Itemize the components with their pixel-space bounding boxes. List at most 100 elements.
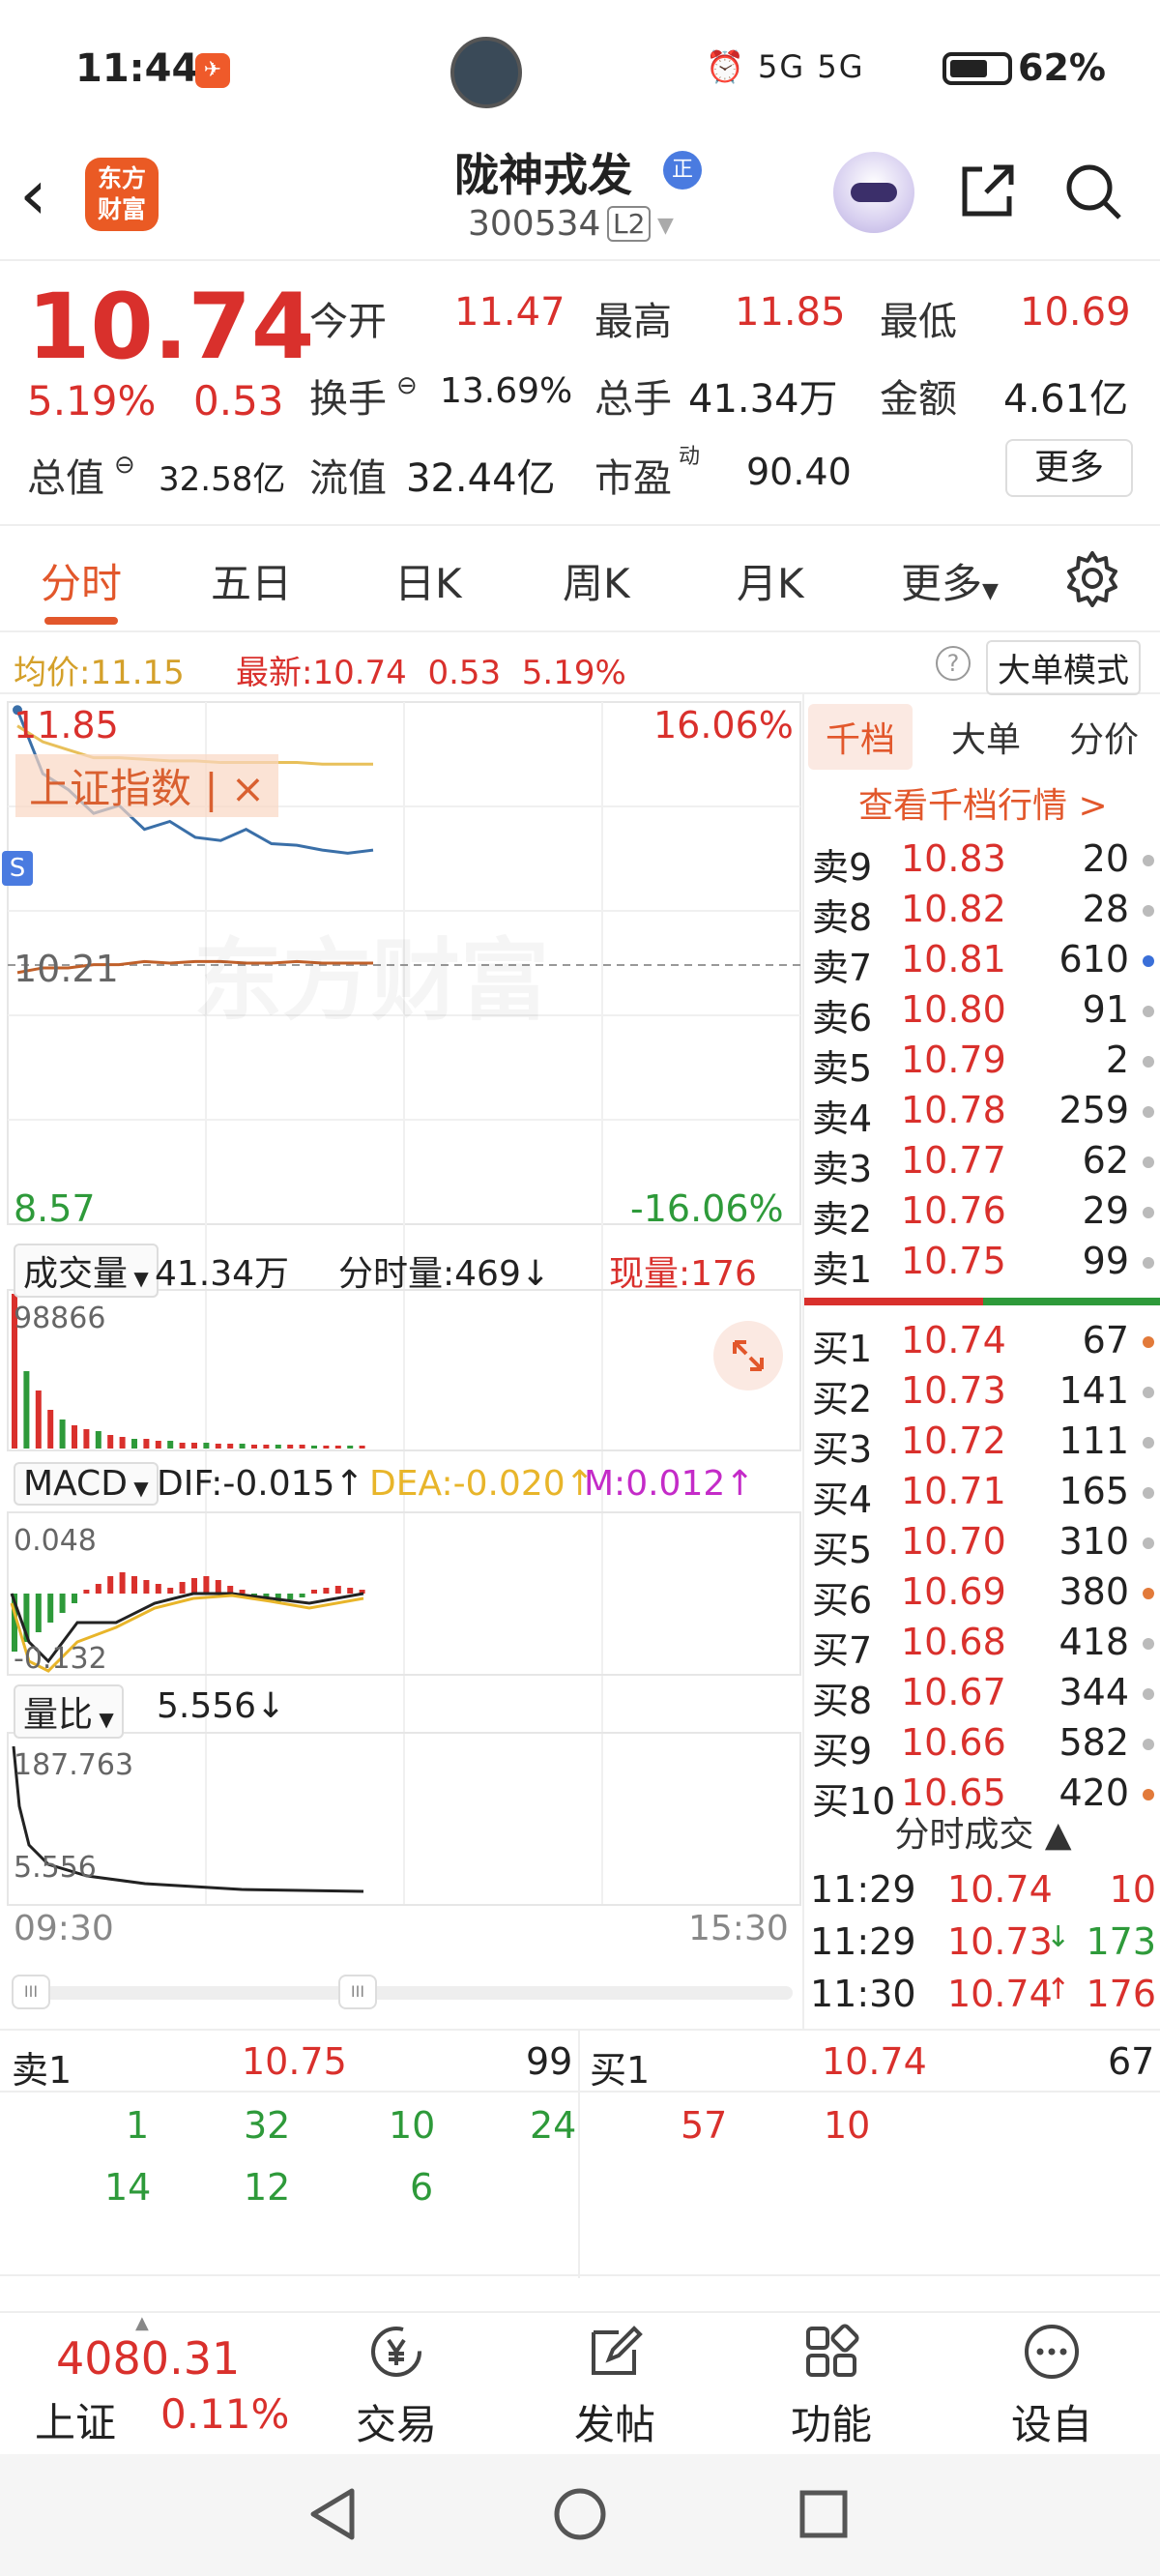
bid-volume: 141	[1058, 1369, 1129, 1412]
bid-row[interactable]: 买7 10.68 418	[804, 1621, 1160, 1672]
tab-price-distribution[interactable]: 分价	[1052, 704, 1156, 770]
chevron-down-icon[interactable]: ▼	[657, 214, 674, 238]
slider-handle-right[interactable]: III	[338, 1975, 377, 2009]
bid-row[interactable]: 买8 10.67 344	[804, 1671, 1160, 1722]
more-button[interactable]: 更多	[1005, 439, 1133, 497]
tab-daily-k[interactable]: 日K	[394, 551, 462, 610]
info-circle-icon[interactable]: ⊖	[114, 451, 135, 480]
help-icon[interactable]: ?	[936, 646, 971, 681]
slider-handle-left[interactable]: III	[12, 1975, 50, 2009]
book-divider	[804, 1298, 1160, 1305]
gear-icon[interactable]	[1063, 549, 1121, 607]
volume-bar	[263, 1445, 270, 1449]
bid-row[interactable]: 买6 10.69 380	[804, 1570, 1160, 1622]
bid-row[interactable]: 买4 10.71 165	[804, 1470, 1160, 1521]
bid-row[interactable]: 买2 10.73 141	[804, 1369, 1160, 1420]
ask-price: 10.80	[901, 988, 1006, 1031]
ask-row[interactable]: 卖2 10.76 29	[804, 1189, 1160, 1241]
volume-bar	[119, 1437, 126, 1449]
volume-bar	[215, 1444, 221, 1449]
macd-selector[interactable]: MACD ▼	[14, 1462, 159, 1506]
functions-button[interactable]: 功能	[773, 2321, 889, 2451]
bid-marker-dot	[1143, 1688, 1154, 1700]
bid-row[interactable]: 买1 10.74 67	[804, 1319, 1160, 1370]
index-name[interactable]: 上证	[35, 2390, 116, 2449]
ask-marker-dot	[1143, 1056, 1154, 1068]
index-value[interactable]: 4080.31	[56, 2332, 240, 2385]
bid-row[interactable]: 买9 10.66 582	[804, 1721, 1160, 1772]
trade-time: 11:29	[810, 1920, 916, 1963]
volume-bar	[167, 1441, 174, 1449]
tab-thousand-level[interactable]: 千档	[808, 704, 914, 770]
ask-marker-dot	[1143, 905, 1154, 917]
big-order-mode-button[interactable]: 大单模式	[986, 640, 1141, 695]
nav-back-icon[interactable]	[307, 2485, 358, 2543]
trade-button[interactable]: 交易	[338, 2321, 454, 2451]
bid-row[interactable]: 买5 10.70 310	[804, 1520, 1160, 1571]
macd-bar	[83, 1590, 90, 1594]
tab-intraday[interactable]: 分时	[41, 551, 122, 610]
buy-queue-item: 10	[824, 2104, 871, 2147]
ask-row[interactable]: 卖3 10.77 62	[804, 1139, 1160, 1190]
expand-chart-button[interactable]	[713, 1321, 783, 1390]
view-thousand-level-link[interactable]: 查看千档行情 >	[858, 777, 1108, 828]
post-button[interactable]: 发帖	[557, 2321, 673, 2451]
intraday-chart[interactable]: 11.85 16.06% 10.21 8.57 -16.06% 上证指数 | ×…	[0, 694, 802, 2029]
floating-avatar[interactable]	[450, 37, 522, 108]
queue-sell-price: 10.75	[242, 2040, 347, 2083]
bid-price: 10.72	[901, 1420, 1006, 1462]
index-overlay-tag[interactable]: 上证指数 | ×	[15, 754, 279, 817]
tab-weekly-k[interactable]: 周K	[563, 551, 630, 610]
bid-marker-dot	[1143, 1387, 1154, 1398]
nav-home-icon[interactable]	[553, 2487, 607, 2541]
tab-more[interactable]: 更多▼	[901, 551, 999, 610]
ask-volume: 29	[1082, 1189, 1129, 1232]
index-change[interactable]: 0.11%	[160, 2390, 289, 2438]
last-price-info: 最新:10.74 0.53 5.19%	[236, 654, 626, 692]
ask-row[interactable]: 卖7 10.81 610	[804, 938, 1160, 989]
chart-canvas[interactable]	[0, 694, 802, 2029]
trade-row: 11:30 10.74 ↑ 176	[804, 1973, 1160, 2025]
stock-name[interactable]: 陇神戎发	[454, 140, 632, 204]
trades-header[interactable]: 分时成交 ▲	[804, 1806, 1160, 1864]
tab-monthly-k[interactable]: 月K	[737, 551, 804, 610]
search-icon[interactable]	[1063, 161, 1123, 221]
nav-recents-icon[interactable]	[798, 2489, 849, 2539]
trade-row: 11:29 10.73 ↓ 173	[804, 1920, 1160, 1973]
ask-row[interactable]: 卖9 10.83 20	[804, 837, 1160, 889]
bid-row[interactable]: 买3 10.72 111	[804, 1420, 1160, 1471]
macd-bar	[334, 1586, 341, 1594]
ask-row[interactable]: 卖1 10.75 99	[804, 1240, 1160, 1291]
ask-row[interactable]: 卖4 10.78 259	[804, 1089, 1160, 1140]
bid-price: 10.69	[901, 1570, 1006, 1613]
ask-price: 10.79	[901, 1039, 1006, 1081]
volume-bar	[239, 1444, 246, 1449]
macd-bar	[167, 1588, 174, 1594]
share-icon[interactable]	[957, 161, 1017, 221]
bid-price: 10.68	[901, 1621, 1006, 1663]
tab-big-order[interactable]: 大单	[934, 704, 1038, 770]
ask-level-label: 卖7	[812, 947, 873, 989]
info-circle-icon[interactable]: ⊖	[396, 371, 418, 400]
ask-row[interactable]: 卖8 10.82 28	[804, 888, 1160, 939]
s-badge[interactable]: S	[2, 851, 33, 886]
ask-row[interactable]: 卖5 10.79 2	[804, 1039, 1160, 1090]
sell-queue-item: 1	[126, 2104, 150, 2147]
bid-volume: 111	[1058, 1420, 1129, 1462]
volume-max: 98866	[14, 1302, 106, 1335]
volume-selector[interactable]: 成交量 ▼	[14, 1244, 159, 1298]
back-icon[interactable]: ‹	[19, 160, 47, 229]
pe-label: 市盈	[594, 456, 672, 501]
level2-badge[interactable]: L2	[607, 206, 652, 242]
macd-bar	[287, 1594, 294, 1599]
tab-five-day[interactable]: 五日	[211, 551, 292, 610]
time-range-slider[interactable]: III III	[12, 1975, 793, 2009]
change-percent: 5.19%	[27, 377, 157, 424]
ratio-selector[interactable]: 量比 ▼	[14, 1684, 124, 1739]
ask-level-label: 卖1	[812, 1248, 873, 1291]
ask-row[interactable]: 卖6 10.80 91	[804, 988, 1160, 1039]
eastmoney-logo[interactable]: 东方 财富	[85, 158, 159, 231]
price-info-bar: 均价:11.15 最新:10.74 0.53 5.19% ? 大单模式	[0, 634, 1160, 695]
ask-volume: 91	[1082, 988, 1129, 1031]
ai-assistant-icon[interactable]	[833, 152, 914, 233]
